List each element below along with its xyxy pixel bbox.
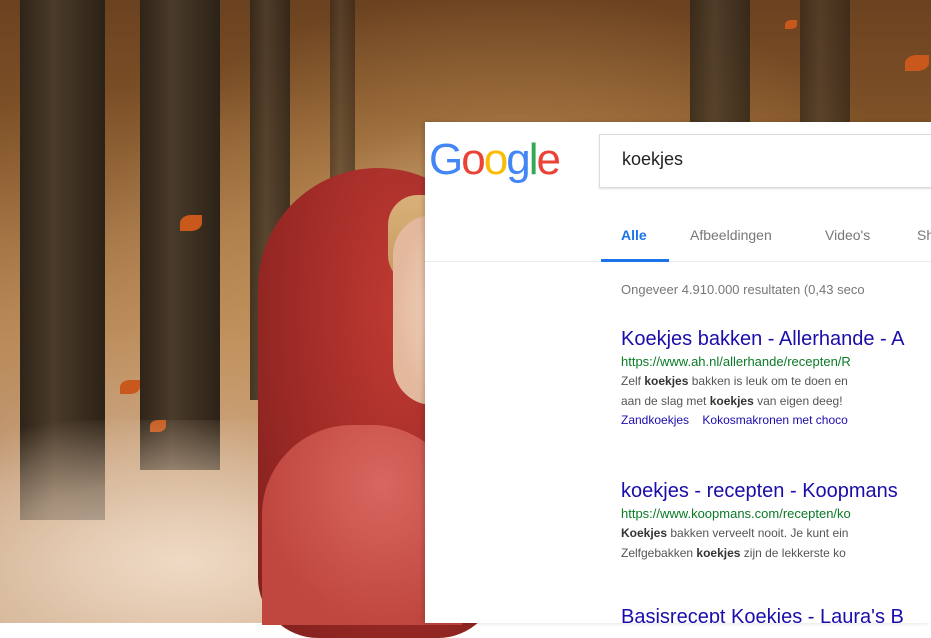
tree-trunk (140, 0, 220, 470)
search-result: Koekjes bakken - Allerhande - A https://… (621, 327, 931, 429)
snippet-text: Zelfgebakken (621, 546, 697, 560)
result-sitelinks: Zandkoekjes Kokosmakronen met choco (621, 411, 931, 429)
logo-letter: G (429, 135, 463, 184)
google-logo[interactable]: Google (429, 135, 561, 185)
search-box[interactable]: koekjes (599, 134, 931, 188)
search-result: koekjes - recepten - Koopmans https://ww… (621, 479, 931, 563)
result-stats: Ongeveer 4.910.000 resultaten (0,43 seco (621, 282, 865, 297)
logo-letter: g (506, 135, 531, 184)
search-tabs: Alle Afbeeldingen Video's Sh (425, 215, 931, 262)
logo-letter: l (528, 135, 539, 184)
tab-alle[interactable]: Alle (621, 227, 647, 243)
logo-letter: e (536, 135, 561, 184)
snippet-text: bakken is leuk om te doen en (688, 374, 848, 388)
snippet-text: Zelf (621, 374, 645, 388)
snippet-keyword: koekjes (644, 374, 689, 388)
result-snippet: Zelf koekjes bakken is leuk om te doen e… (621, 371, 931, 391)
snippet-text: van eigen deeg! (753, 394, 843, 408)
search-input[interactable]: koekjes (622, 149, 683, 170)
snippet-text: aan de slag met (621, 394, 710, 408)
snippet-keyword: koekjes (709, 394, 754, 408)
logo-letter: o (483, 135, 509, 184)
active-tab-indicator (601, 259, 669, 262)
tab-shopping[interactable]: Sh (917, 227, 931, 243)
falling-leaf (120, 380, 140, 394)
snippet-text: bakken verveelt nooit. Je kunt ein (667, 526, 849, 540)
logo-letter: o (461, 135, 486, 184)
google-search-panel: Google koekjes Alle Afbeeldingen Video's… (425, 122, 931, 623)
sitelink[interactable]: Zandkoekjes (621, 413, 689, 427)
tab-afbeeldingen[interactable]: Afbeeldingen (690, 227, 772, 243)
search-result: Basisrecept Koekjes - Laura's B (621, 605, 931, 623)
falling-leaf (905, 55, 929, 71)
result-title-link[interactable]: koekjes - recepten - Koopmans (621, 479, 931, 503)
result-url[interactable]: https://www.koopmans.com/recepten/ko (621, 505, 931, 523)
tab-videos[interactable]: Video's (825, 227, 870, 243)
tree-trunk (800, 0, 850, 122)
falling-leaf (180, 215, 202, 231)
snippet-text: zijn de lekkerste ko (740, 546, 846, 560)
result-snippet: Zelfgebakken koekjes zijn de lekkerste k… (621, 543, 931, 563)
result-snippet: aan de slag met koekjes van eigen deeg! (621, 391, 931, 411)
tree-trunk (690, 0, 750, 122)
falling-leaf (785, 20, 797, 29)
result-snippet: Koekjes bakken verveelt nooit. Je kunt e… (621, 523, 931, 543)
snippet-keyword: koekjes (696, 546, 741, 560)
snippet-keyword: Koekjes (621, 526, 668, 540)
result-title-link[interactable]: Koekjes bakken - Allerhande - A (621, 327, 931, 351)
result-title-link[interactable]: Basisrecept Koekjes - Laura's B (621, 605, 931, 623)
result-url[interactable]: https://www.ah.nl/allerhande/recepten/R (621, 353, 931, 371)
sitelink[interactable]: Kokosmakronen met choco (702, 413, 847, 427)
